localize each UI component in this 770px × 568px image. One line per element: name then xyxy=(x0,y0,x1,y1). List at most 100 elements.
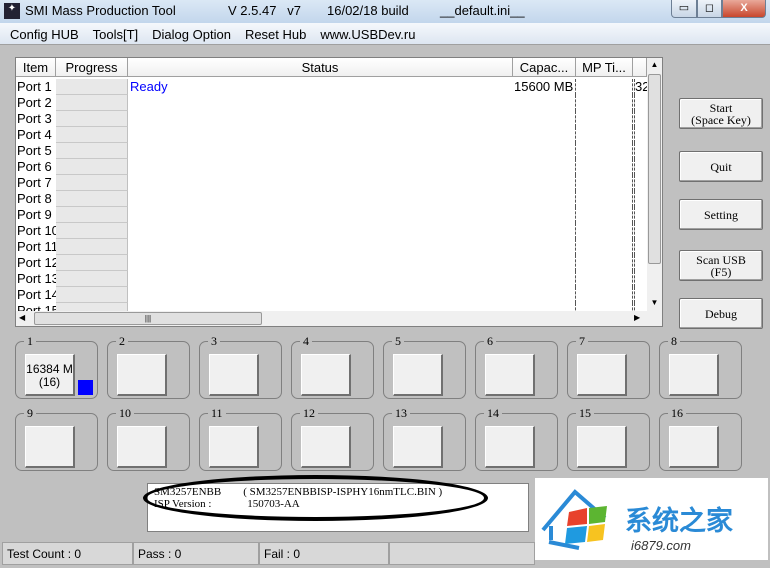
row-capacity xyxy=(513,223,576,239)
col-mp-time[interactable]: MP Ti... xyxy=(576,58,633,77)
port-button[interactable] xyxy=(485,426,535,468)
list-row[interactable]: Port 10 xyxy=(16,223,646,239)
row-progress xyxy=(56,143,128,159)
col-status[interactable]: Status xyxy=(128,58,513,77)
port-button[interactable] xyxy=(577,426,627,468)
ini-file: __default.ini__ xyxy=(440,3,525,18)
port-button[interactable] xyxy=(209,426,259,468)
scroll-down-icon[interactable]: ▼ xyxy=(647,298,662,307)
row-capacity xyxy=(513,239,576,255)
menu-reset-hub[interactable]: Reset Hub xyxy=(237,23,312,45)
col-extra[interactable] xyxy=(633,58,647,77)
list-row[interactable]: Port 6 xyxy=(16,159,646,175)
row-item: Port 12 xyxy=(17,255,56,270)
col-progress[interactable]: Progress xyxy=(56,58,128,77)
row-progress xyxy=(56,223,128,239)
menu-dialog-option[interactable]: Dialog Option xyxy=(144,23,237,45)
port-button[interactable] xyxy=(393,426,443,468)
scroll-up-icon[interactable]: ▲ xyxy=(647,60,662,69)
list-row[interactable]: Port 1 Ready 15600 MB 32 xyxy=(16,79,647,95)
row-mp-time xyxy=(576,111,633,127)
list-row[interactable]: Port 2 xyxy=(16,95,646,111)
minimize-button[interactable]: ▭ xyxy=(671,0,697,18)
vertical-scroll-thumb[interactable] xyxy=(648,74,661,264)
row-status xyxy=(130,111,510,127)
maximize-button[interactable]: ◻ xyxy=(697,0,722,18)
row-item: Port 14 xyxy=(17,287,56,302)
row-item: Port 3 xyxy=(17,111,52,126)
port-button[interactable] xyxy=(393,354,443,396)
list-row[interactable]: Port 14 xyxy=(16,287,646,303)
scroll-left-icon[interactable]: ◀ xyxy=(19,313,25,322)
row-capacity xyxy=(513,287,576,303)
row-extra xyxy=(634,287,647,303)
list-row[interactable]: Port 11 xyxy=(16,239,646,255)
quit-button[interactable]: Quit xyxy=(679,151,763,182)
row-extra xyxy=(634,191,647,207)
menu-website[interactable]: www.USBDev.ru xyxy=(312,23,421,45)
menu-tools[interactable]: Tools[T] xyxy=(85,23,145,45)
row-status: Ready xyxy=(130,79,168,94)
list-row[interactable]: Port 5 xyxy=(16,143,646,159)
highlight-ellipse xyxy=(143,475,488,521)
col-item[interactable]: Item xyxy=(16,58,56,77)
debug-button[interactable]: Debug xyxy=(679,298,763,329)
row-capacity xyxy=(513,303,576,311)
port-button[interactable] xyxy=(485,354,535,396)
port-group-11: 11 xyxy=(199,406,282,471)
row-extra xyxy=(634,223,647,239)
list-row[interactable]: Port 13 xyxy=(16,271,646,287)
scan-usb-button[interactable]: Scan USB (F5) xyxy=(679,250,763,281)
port-group-3: 3 xyxy=(199,334,282,399)
row-status xyxy=(130,95,510,111)
row-mp-time xyxy=(576,79,633,95)
row-capacity xyxy=(513,191,576,207)
button-label: Debug xyxy=(705,306,737,321)
close-button[interactable]: X xyxy=(722,0,766,18)
port-button[interactable] xyxy=(25,426,75,468)
port-button[interactable] xyxy=(117,426,167,468)
list-row[interactable]: Port 7 xyxy=(16,175,646,191)
list-row[interactable]: Port 3 xyxy=(16,111,646,127)
col-capacity[interactable]: Capac... xyxy=(513,58,576,77)
row-status xyxy=(130,143,510,159)
row-item: Port 7 xyxy=(17,175,52,190)
port-number: 14 xyxy=(484,406,502,421)
list-row[interactable]: Port 12 xyxy=(16,255,646,271)
port-button[interactable] xyxy=(209,354,259,396)
horizontal-scroll-thumb[interactable]: ||| xyxy=(34,312,262,325)
button-label: Quit xyxy=(710,159,732,174)
pass-count: Pass : 0 xyxy=(133,542,259,565)
port-button[interactable] xyxy=(117,354,167,396)
list-row[interactable]: Port 9 xyxy=(16,207,646,223)
port-button[interactable] xyxy=(669,354,719,396)
row-item: Port 5 xyxy=(17,143,52,158)
row-mp-time xyxy=(576,223,633,239)
scroll-corner xyxy=(647,311,662,326)
scroll-right-icon[interactable]: ▶ xyxy=(634,313,640,322)
list-row[interactable]: Port 15 xyxy=(16,303,646,311)
port-number: 4 xyxy=(300,334,312,349)
row-mp-time xyxy=(576,175,633,191)
port-button[interactable]: 16384 M (16) xyxy=(25,354,75,396)
test-count: Test Count : 0 xyxy=(2,542,133,565)
port-button[interactable] xyxy=(577,354,627,396)
start-button[interactable]: Start (Space Key) xyxy=(679,98,763,129)
vertical-scrollbar[interactable]: ▲ ▼ xyxy=(647,58,662,311)
port-button[interactable] xyxy=(301,426,351,468)
row-mp-time xyxy=(576,127,633,143)
watermark-logo: 系统之家 i6879.com xyxy=(535,478,768,560)
port-button[interactable] xyxy=(301,354,351,396)
row-capacity xyxy=(513,159,576,175)
row-mp-time xyxy=(576,159,633,175)
port-list[interactable]: Item Progress Status Capac... MP Ti... P… xyxy=(15,57,663,327)
horizontal-scrollbar[interactable]: ◀ ||| ▶ xyxy=(16,311,647,326)
list-row[interactable]: Port 4 xyxy=(16,127,646,143)
setting-button[interactable]: Setting xyxy=(679,199,763,230)
list-row[interactable]: Port 8 xyxy=(16,191,646,207)
menu-config-hub[interactable]: Config HUB xyxy=(0,23,85,45)
row-status xyxy=(130,271,510,287)
button-label: Scan USB (F5) xyxy=(696,252,746,279)
row-extra xyxy=(634,95,647,111)
port-button[interactable] xyxy=(669,426,719,468)
